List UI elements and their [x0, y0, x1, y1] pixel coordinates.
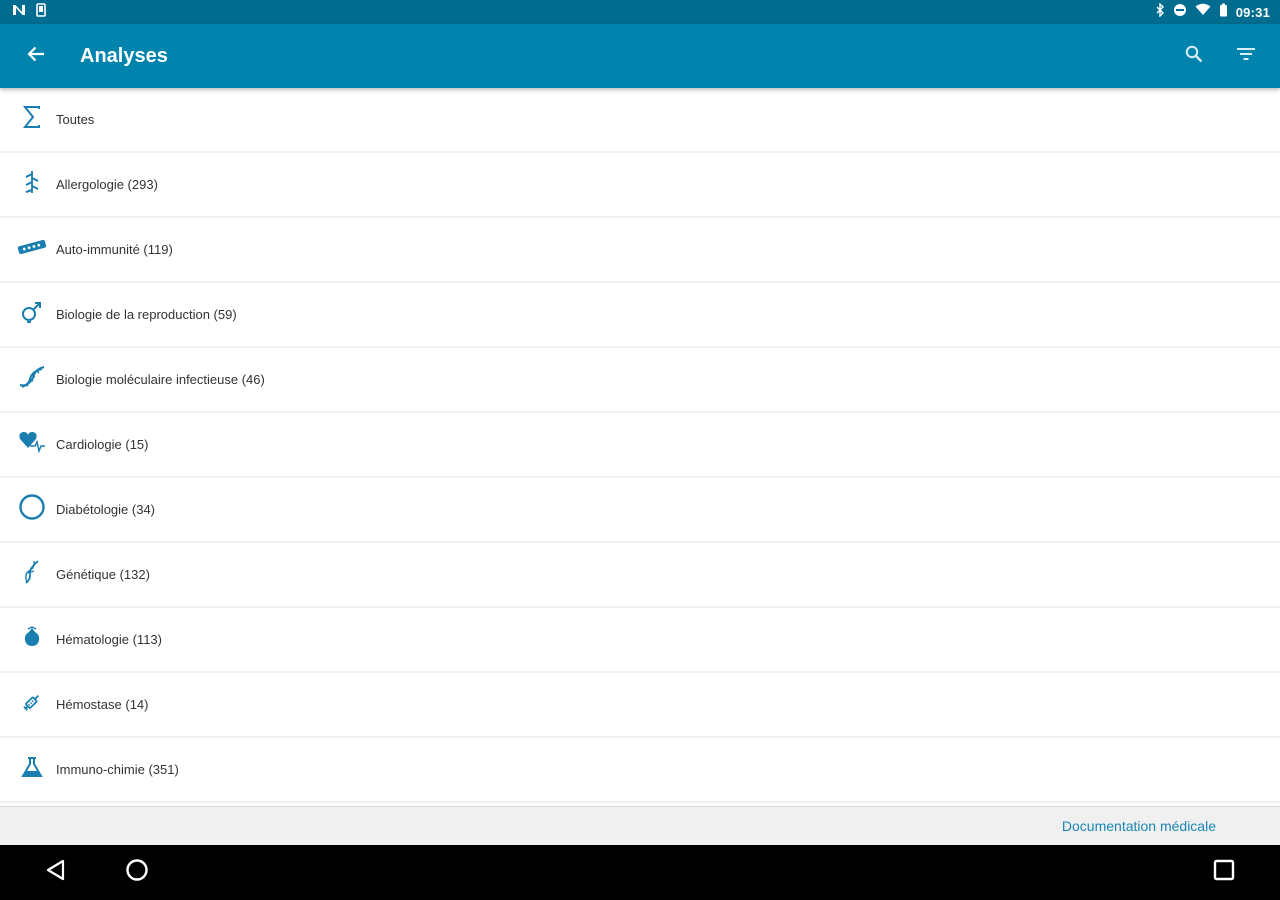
page-title: Analyses	[80, 44, 168, 67]
search-button[interactable]	[1168, 24, 1220, 88]
battery-icon	[1219, 3, 1228, 22]
status-right: 09:31	[1156, 1, 1270, 22]
list-item-biologie-reproduction[interactable]: Biologie de la reproduction (59)	[0, 283, 1280, 348]
app-bar: Analyses	[0, 24, 1280, 88]
bluetooth-icon	[1156, 1, 1165, 22]
blood-drop-icon	[22, 626, 42, 653]
antibody-icon	[17, 239, 47, 260]
list-item-hematologie[interactable]: Hématologie (113)	[0, 608, 1280, 673]
list-item-immuno-chimie[interactable]: Immuno-chimie (351)	[0, 738, 1280, 803]
arrow-back-icon	[27, 45, 45, 68]
list-item-auto-immunite[interactable]: Auto-immunité (119)	[0, 218, 1280, 283]
list-item-genetique[interactable]: Génétique (132)	[0, 543, 1280, 608]
back-button[interactable]	[0, 24, 72, 88]
status-time: 09:31	[1235, 4, 1270, 20]
list-item-label: Diabétologie (34)	[56, 502, 156, 517]
sigma-icon	[22, 106, 41, 133]
status-bar: 09:31	[0, 0, 1280, 24]
filter-button[interactable]	[1220, 24, 1272, 88]
list-item-label: Cardiologie (15)	[56, 437, 149, 452]
list-item-diabetologie[interactable]: Diabétologie (34)	[0, 478, 1280, 543]
back-triangle-icon	[45, 859, 67, 886]
list-item-label: Hématologie (113)	[56, 632, 162, 647]
category-list: Toutes Allergologie (293) Auto-immunité …	[0, 88, 1280, 806]
dna-icon	[18, 365, 46, 394]
footer-bar: Documentation médicale	[0, 806, 1280, 845]
recents-square-icon	[1213, 859, 1235, 886]
circle-icon	[18, 493, 46, 526]
status-left	[12, 2, 46, 22]
system-nav-bar	[0, 845, 1280, 900]
list-item-toutes[interactable]: Toutes	[0, 88, 1280, 153]
reproduction-icon	[20, 300, 44, 329]
nav-back-button[interactable]	[24, 845, 88, 900]
search-icon	[1185, 45, 1203, 68]
list-item-label: Auto-immunité (119)	[56, 242, 173, 257]
list-item-label: Immuno-chimie (351)	[56, 762, 179, 777]
list-item-label: Biologie de la reproduction (59)	[56, 307, 237, 322]
allergy-icon	[22, 170, 42, 199]
list-item-hemostase[interactable]: Hémostase (14)	[0, 673, 1280, 738]
list-item-label: Biologie moléculaire infectieuse (46)	[56, 372, 265, 387]
documentation-link[interactable]: Documentation médicale	[1062, 818, 1216, 834]
n-notification-icon	[12, 3, 26, 21]
flask-icon	[20, 756, 44, 783]
list-item-label: Allergologie (293)	[56, 177, 158, 192]
phone-notification-icon	[36, 2, 46, 22]
home-circle-icon	[125, 858, 149, 887]
do-not-disturb-icon	[1173, 3, 1187, 22]
wifi-icon	[1195, 3, 1211, 21]
nav-home-button[interactable]	[105, 845, 169, 900]
list-item-allergologie[interactable]: Allergologie (293)	[0, 153, 1280, 218]
list-item-label: Hémostase (14)	[56, 697, 149, 712]
chromosome-icon	[21, 559, 43, 590]
nav-recents-button[interactable]	[1192, 845, 1256, 900]
list-item-label: Génétique (132)	[56, 567, 150, 582]
list-item-cardiologie[interactable]: Cardiologie (15)	[0, 413, 1280, 478]
filter-icon	[1237, 47, 1255, 66]
syringe-icon	[20, 690, 44, 719]
app-bar-actions	[1168, 24, 1272, 88]
list-item-biologie-moleculaire[interactable]: Biologie moléculaire infectieuse (46)	[0, 348, 1280, 413]
list-item-label: Toutes	[56, 112, 95, 127]
heart-icon	[18, 430, 46, 459]
